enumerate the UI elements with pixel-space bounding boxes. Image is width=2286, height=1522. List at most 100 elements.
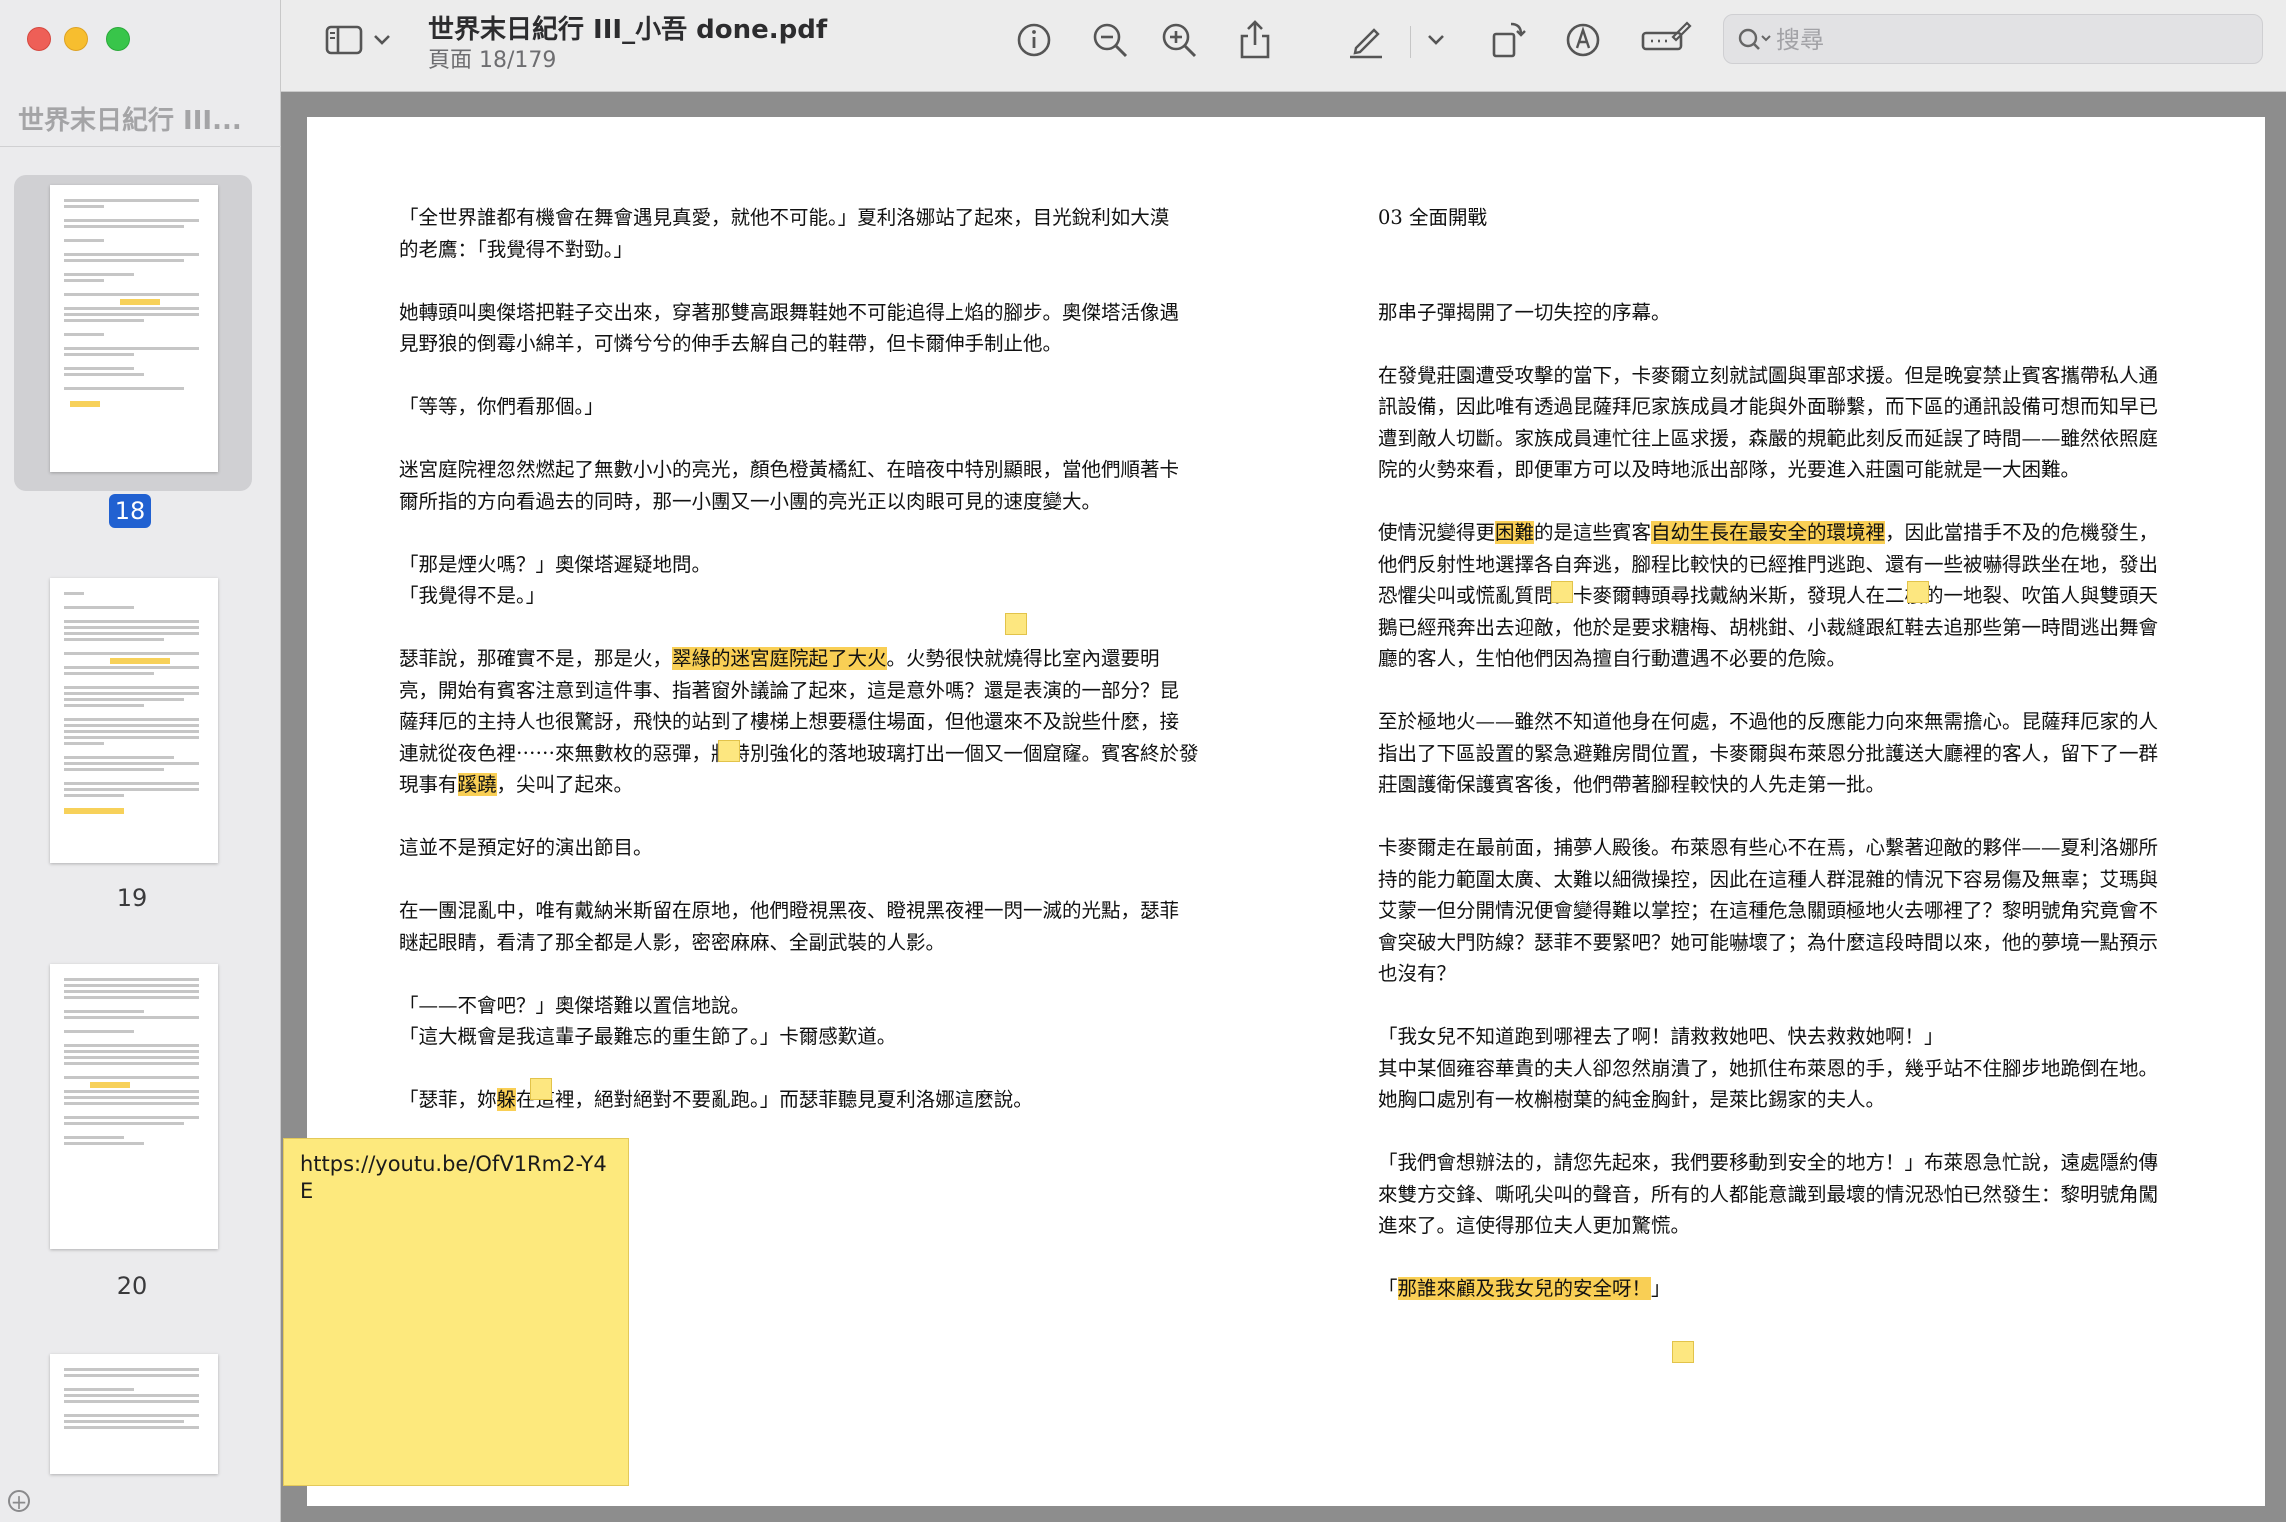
- thumbnail-label-20: 20: [116, 1272, 148, 1300]
- thumbnail-page-20[interactable]: [50, 964, 218, 1249]
- text-run: 使情況變得更: [1378, 521, 1496, 544]
- text-run: 這並不是預定好的演出節目。: [399, 836, 653, 859]
- text-run: 那串子彈揭開了一切失控的序幕。: [1378, 300, 1671, 324]
- text-run: 連就從夜色裡⋯⋯來無數枚的惡彈，將特別強化的落地玻璃打出一個又一個窟窿。賓客終於…: [399, 741, 1199, 765]
- search-icon: [1736, 25, 1776, 55]
- thumbnail-text-line: [64, 1414, 199, 1417]
- markup-options-chevron-icon[interactable]: [1423, 18, 1449, 62]
- highlighted-text[interactable]: 翠綠的迷宮庭院起了大火: [672, 647, 887, 670]
- thumbnail-text-line: [64, 1044, 199, 1047]
- text-run: 迷宮庭院裡忽然燃起了無數小小的亮光，顏色橙黃橘紅、在暗夜中特別顯眼，當他們順著卡: [399, 458, 1180, 481]
- thumbnail-text-line: [64, 606, 134, 609]
- text-run: 亮，開始有賓客注意到這件事、指著窗外議論了起來，這是意外嗎？還是表演的一部分？昆: [399, 678, 1180, 702]
- thumbnail-text-line: [64, 1400, 199, 1403]
- text-run: 「: [1378, 1277, 1398, 1300]
- thumbnail-page-19[interactable]: [50, 578, 218, 863]
- document-title: 世界末日紀行 III_小吾 done.pdf: [428, 15, 828, 45]
- text-run: 見野狼的倒霉小綿羊，可憐兮兮的伸手去解自己的鞋帶，但卡爾伸手制止他。: [399, 332, 1063, 355]
- thumbnail-text-line: [64, 199, 199, 202]
- text-run: 也沒有？: [1378, 962, 1457, 985]
- thumbnail-text-line: [64, 279, 104, 282]
- note-marker[interactable]: [1907, 581, 1929, 603]
- highlighted-text[interactable]: 那誰來顧及我女兒的安全呀！: [1397, 1277, 1652, 1300]
- chevron-down-icon[interactable]: [369, 18, 395, 62]
- maximize-window-button[interactable]: [106, 27, 130, 51]
- thumbnail-text-line: [64, 768, 164, 771]
- text-run: 遭到敵人切斷。家族成員連忙往上區求援，森嚴的規範此刻反而延誤了時間——雖然依照庭: [1378, 426, 2159, 450]
- highlighted-text[interactable]: 自幼生長在最安全的環境裡: [1651, 521, 1886, 544]
- thumbnail-text-line: [64, 632, 199, 635]
- share-icon[interactable]: [1233, 18, 1277, 62]
- thumbnail-page-21[interactable]: [50, 1354, 218, 1474]
- paragraph: 在一團混亂中，唯有戴納米斯留在原地，他們瞪視黑夜、瞪視黑夜裡一閃一滅的光點，瑟菲…: [399, 895, 1199, 958]
- note-marker[interactable]: [530, 1078, 552, 1100]
- thumbnail-text-line: [64, 387, 184, 390]
- close-window-button[interactable]: [27, 27, 51, 51]
- thumbnail-highlight: [120, 299, 160, 305]
- thumbnail-text-line: [64, 253, 199, 256]
- thumbnail-text-line: [64, 672, 154, 675]
- paragraph: 她轉頭叫奧傑塔把鞋子交出來，穿著那雙高跟舞鞋她不可能追得上焰的腳步。奧傑塔活像遇…: [399, 297, 1199, 360]
- annotate-icon[interactable]: [1561, 18, 1605, 62]
- text-run: 來雙方交鋒、嘶吼尖叫的聲音，所有的人都能意識到最壞的情況恐怕已然發生：黎明號角闖: [1378, 1182, 2159, 1206]
- text-run: 」: [1651, 1277, 1671, 1300]
- note-marker[interactable]: [1551, 581, 1573, 603]
- thumbnail-text-line: [64, 666, 199, 669]
- text-run: 她胸口處別有一枚槲樹葉的純金胸針，是萊比錫家的夫人。: [1378, 1088, 1886, 1111]
- zoom-out-icon[interactable]: [1088, 18, 1132, 62]
- text-run: 會突破大門防線？瑟菲不要緊吧？她可能嚇壞了；為什麼這段時間以來，他的夢境一點預示: [1378, 930, 2159, 954]
- text-run: 的是這些賓客: [1534, 521, 1652, 544]
- paragraph: 03 全面開戰: [1378, 202, 2178, 234]
- thumbnail-text-line: [64, 225, 184, 228]
- thumbnail-text-line: [64, 1076, 199, 1079]
- add-page-icon[interactable]: +: [8, 1490, 30, 1512]
- paragraph: 使情況變得更困難的是這些賓客自幼生長在最安全的環境裡，因此當措手不及的危機發生，…: [1378, 517, 2178, 675]
- thumbnail-text-line: [64, 1090, 199, 1093]
- markup-pen-icon[interactable]: [1344, 18, 1388, 62]
- thumbnail-text-line: [64, 373, 144, 376]
- sidebar-toggle-icon[interactable]: [323, 18, 367, 62]
- thumbnail-text-line: [64, 367, 134, 370]
- thumbnail-page-18[interactable]: [50, 185, 218, 472]
- thumbnail-text-line: [64, 219, 199, 222]
- text-run: 院的火勢來看，即便軍方可以及時地派出部隊，光要進入莊園可能就是一大困難。: [1378, 458, 2081, 481]
- search-input[interactable]: [1774, 23, 2238, 57]
- form-fill-icon[interactable]: [1639, 18, 1693, 62]
- highlighted-text[interactable]: 蹊蹺: [457, 773, 497, 796]
- thumbnail-text-line: [64, 1420, 184, 1423]
- thumbnail-text-line: [64, 592, 84, 595]
- sticky-note[interactable]: https://youtu.be/OfV1Rm2-Y4E: [283, 1138, 629, 1486]
- note-marker[interactable]: [1005, 613, 1027, 635]
- thumbnail-text-line: [64, 1010, 144, 1013]
- text-run: 在一團混亂中，唯有戴納米斯留在原地，他們瞪視黑夜、瞪視黑夜裡一閃一滅的光點，瑟菲: [399, 899, 1180, 922]
- rotate-icon[interactable]: [1487, 18, 1531, 62]
- highlighted-text[interactable]: 困難: [1495, 521, 1535, 544]
- highlighted-text[interactable]: 躲: [496, 1088, 517, 1111]
- info-icon[interactable]: [1012, 18, 1056, 62]
- text-run: 的老鷹：「我覺得不對勁。」: [399, 237, 634, 261]
- thumbnail-text-line: [64, 1102, 199, 1105]
- thumbnail-text-line: [64, 652, 199, 655]
- note-marker[interactable]: [1672, 1341, 1694, 1363]
- thumbnail-highlight: [90, 1082, 130, 1088]
- text-run: 「那是煙火嗎？」奧傑塔遲疑地問。: [399, 552, 712, 576]
- thumbnail-text-line: [64, 1096, 199, 1099]
- thumbnail-text-line: [64, 259, 184, 262]
- paragraph: 至於極地火——雖然不知道他身在何處，不過他的反應能力向來無需擔心。昆薩拜厄家的人…: [1378, 706, 2178, 801]
- search-field[interactable]: [1723, 14, 2263, 64]
- text-run: 她轉頭叫奧傑塔把鞋子交出來，穿著那雙高跟舞鞋她不可能追得上焰的腳步。奧傑塔活像遇: [399, 300, 1180, 324]
- thumbnail-label-19: 19: [116, 884, 148, 912]
- thumbnail-highlight: [70, 401, 100, 407]
- zoom-in-icon[interactable]: [1157, 18, 1201, 62]
- text-run: ，尖叫了起來。: [496, 773, 634, 796]
- minimize-window-button[interactable]: [64, 27, 88, 51]
- paragraph: 瑟菲說，那確實不是，那是火，翠綠的迷宮庭院起了大火。火勢很快就燒得比室內還要明亮…: [399, 643, 1199, 801]
- note-marker[interactable]: [718, 740, 740, 762]
- paragraph: 卡麥爾走在最前面，捕夢人殿後。布萊恩有些心不在焉，心繫著迎敵的夥伴——夏利洛娜所…: [1378, 832, 2178, 990]
- text-run: 持的能力範圍太廣、太難以細微操控，因此在這種人群混雜的情況下容易傷及無辜；艾瑪與: [1378, 867, 2159, 891]
